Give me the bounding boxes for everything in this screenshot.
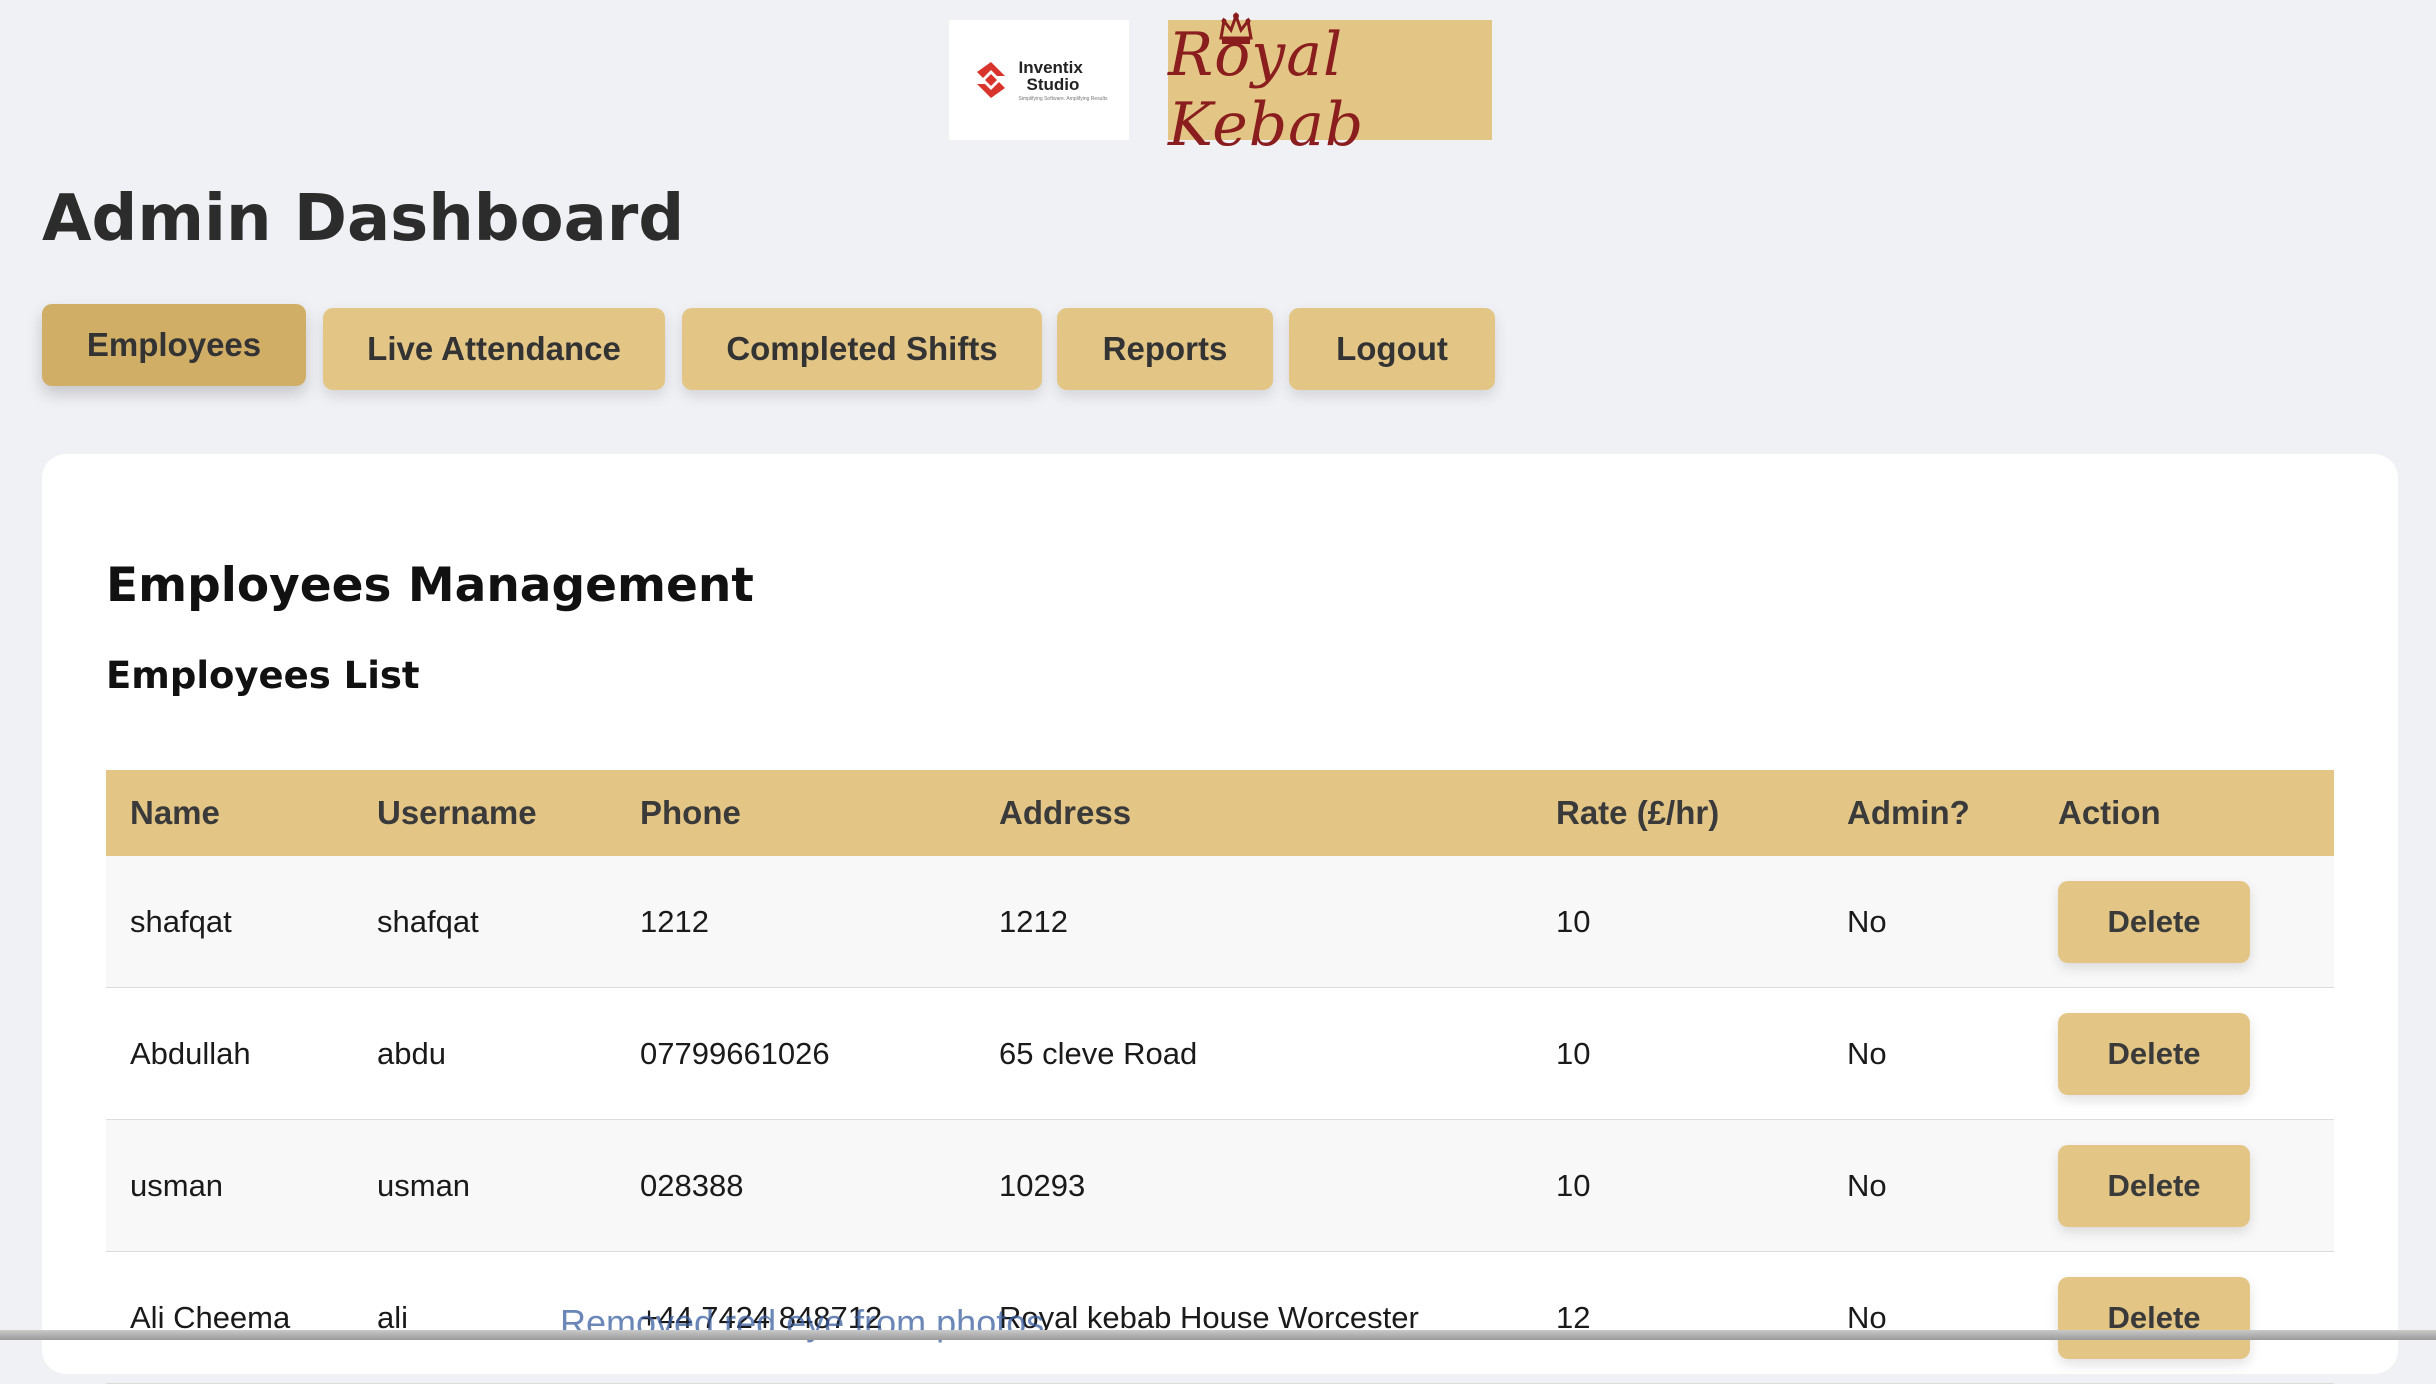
cell-username: abdu: [353, 987, 616, 1120]
inventix-mark-icon: [976, 62, 1005, 98]
cell-rate: 10: [1532, 856, 1823, 988]
col-header-name[interactable]: Name: [106, 770, 353, 856]
cell-action: Delete: [2034, 1251, 2334, 1384]
cell-action: Delete: [2034, 987, 2334, 1120]
cell-name: Ali Cheema: [106, 1251, 353, 1384]
cell-name: usman: [106, 1119, 353, 1252]
table-row: Abdullah abdu 07799661026 65 cleve Road …: [106, 987, 2334, 1120]
list-title: Employees List: [106, 654, 420, 697]
col-header-phone[interactable]: Phone: [616, 770, 975, 856]
royal-kebab-logo: Royal Kebab: [1168, 20, 1492, 160]
delete-button[interactable]: Delete: [2058, 1276, 2250, 1359]
cell-admin: No: [1823, 1119, 2034, 1252]
inventix-tagline: Simplifying Software. Amplifying Results: [1018, 95, 1108, 102]
inventix-sub: Studio: [1026, 74, 1080, 94]
table-row: shafqat shafqat 1212 1212 10 No Delete: [106, 856, 2334, 988]
cell-address: 65 cleve Road: [975, 987, 1532, 1120]
col-header-username[interactable]: Username: [353, 770, 616, 856]
cell-username: shafqat: [353, 856, 616, 988]
cell-phone: 028388: [616, 1119, 975, 1252]
delete-button[interactable]: Delete: [2058, 880, 2250, 963]
tab-live-attendance[interactable]: Live Attendance: [323, 308, 665, 390]
logout-button[interactable]: Logout: [1289, 308, 1495, 390]
cell-rate: 10: [1532, 987, 1823, 1120]
col-header-rate[interactable]: Rate (£/hr): [1532, 770, 1823, 856]
inventix-name: Inventix: [1018, 57, 1083, 77]
cell-address: 1212: [975, 856, 1532, 988]
tab-reports[interactable]: Reports: [1057, 308, 1273, 390]
col-header-action[interactable]: Action: [2034, 770, 2334, 856]
cell-address: 10293: [975, 1119, 1532, 1252]
cell-phone: 07799661026: [616, 987, 975, 1120]
cell-rate: 10: [1532, 1119, 1823, 1252]
cell-admin: No: [1823, 856, 2034, 988]
employees-card: Employees Management Employees List Name…: [42, 454, 2398, 1384]
tab-completed-shifts[interactable]: Completed Shifts: [682, 308, 1042, 390]
tab-employees[interactable]: Employees: [42, 304, 306, 386]
window-bottom-edge: [0, 1330, 2436, 1340]
table-header-row: Name Username Phone Address Rate (£/hr) …: [106, 770, 2334, 856]
page-title: Admin Dashboard: [42, 182, 685, 256]
cell-action: Delete: [2034, 856, 2334, 988]
cell-admin: No: [1823, 987, 2034, 1120]
col-header-address[interactable]: Address: [975, 770, 1532, 856]
section-title: Employees Management: [106, 558, 754, 613]
crown-icon: [1219, 12, 1253, 44]
royal-kebab-wordmark: Royal Kebab: [1168, 20, 1365, 160]
inventix-studio-logo: Inventix Studio Simplifying Software. Am…: [949, 20, 1129, 140]
cell-name: shafqat: [106, 856, 353, 988]
delete-button[interactable]: Delete: [2058, 1144, 2250, 1227]
employees-table: Name Username Phone Address Rate (£/hr) …: [106, 770, 2334, 1384]
cell-action: Delete: [2034, 1119, 2334, 1252]
cell-admin: No: [1823, 1251, 2034, 1384]
table-row: Ali Cheema ali +44 7424 848712 Royal keb…: [106, 1251, 2334, 1384]
cell-phone: 1212: [616, 856, 975, 988]
cell-name: Abdullah: [106, 987, 353, 1120]
cell-rate: 12: [1532, 1251, 1823, 1384]
cell-address: Royal kebab House Worcester: [975, 1251, 1532, 1384]
table-row: usman usman 028388 10293 10 No Delete: [106, 1119, 2334, 1252]
delete-button[interactable]: Delete: [2058, 1012, 2250, 1095]
col-header-admin[interactable]: Admin?: [1823, 770, 2034, 856]
cell-username: usman: [353, 1119, 616, 1252]
